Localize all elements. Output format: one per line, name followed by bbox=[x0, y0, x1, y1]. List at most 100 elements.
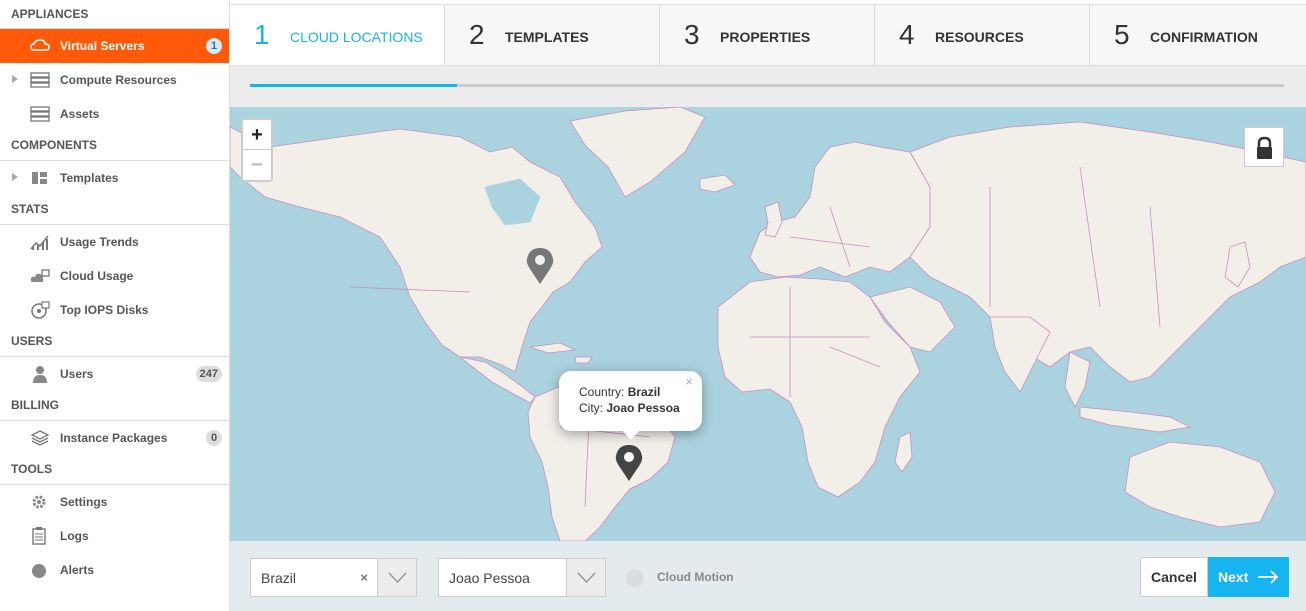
step-label: RESOURCES bbox=[935, 29, 1024, 45]
sidebar-item-assets[interactable]: Assets bbox=[0, 97, 229, 131]
sidebar-item-label: Assets bbox=[60, 107, 100, 121]
sidebar-item-usage-trends[interactable]: Usage Trends bbox=[0, 225, 229, 259]
popup-close-button[interactable]: × bbox=[685, 374, 693, 390]
zoom-control: + − bbox=[241, 118, 273, 182]
popup-country-line: Country: Brazil bbox=[579, 384, 682, 400]
popup-city-label: City: bbox=[579, 401, 603, 415]
chart-icon bbox=[30, 233, 50, 251]
city-select[interactable]: Joao Pessoa bbox=[438, 558, 606, 597]
sidebar-item-label: Alerts bbox=[60, 563, 95, 577]
expand-arrow-icon[interactable] bbox=[12, 173, 18, 181]
progress-track bbox=[250, 84, 1284, 87]
templates-icon bbox=[30, 169, 50, 187]
step-number: 5 bbox=[1114, 19, 1130, 50]
cloud-usage-icon bbox=[30, 267, 50, 285]
step-number: 3 bbox=[684, 19, 700, 50]
sidebar-item-users[interactable]: Users 247 bbox=[0, 357, 229, 391]
clipboard-icon bbox=[30, 527, 50, 545]
footer-bar: Brazil × Joao Pessoa Cloud Motion Cancel… bbox=[230, 541, 1306, 611]
sidebar-item-settings[interactable]: Settings bbox=[0, 485, 229, 519]
sidebar-item-compute-resources[interactable]: Compute Resources bbox=[0, 63, 229, 97]
sidebar-item-label: Templates bbox=[60, 171, 119, 185]
server-icon bbox=[30, 105, 50, 123]
sidebar-item-cloud-usage[interactable]: Cloud Usage bbox=[0, 259, 229, 293]
cloud-icon bbox=[30, 37, 50, 55]
step-number: 4 bbox=[899, 19, 915, 50]
alert-icon bbox=[30, 561, 50, 579]
packages-icon bbox=[30, 429, 50, 447]
clear-selection-button[interactable]: × bbox=[360, 570, 368, 585]
location-popup: × Country: Brazil City: Joao Pessoa bbox=[559, 371, 702, 440]
section-tools: TOOLS bbox=[0, 455, 229, 485]
popup-country-value: Brazil bbox=[627, 385, 661, 399]
step-cloud-locations[interactable]: 1 CLOUD LOCATIONS bbox=[230, 4, 445, 66]
country-select[interactable]: Brazil × bbox=[250, 558, 417, 597]
expand-arrow-icon[interactable] bbox=[12, 75, 18, 83]
sidebar-item-alerts[interactable]: Alerts bbox=[0, 553, 229, 587]
lock-button[interactable] bbox=[1244, 127, 1284, 167]
wizard-progress bbox=[230, 66, 1306, 107]
sidebar: APPLIANCES Virtual Servers 1 Compute Res… bbox=[0, 0, 230, 611]
cloud-motion-toggle[interactable] bbox=[626, 569, 644, 587]
popup-city-value: Joao Pessoa bbox=[606, 401, 680, 415]
sidebar-item-instance-packages[interactable]: Instance Packages 0 bbox=[0, 421, 229, 455]
count-badge: 247 bbox=[195, 366, 222, 382]
sidebar-item-label: Cloud Usage bbox=[60, 269, 134, 283]
section-users: USERS bbox=[0, 327, 229, 357]
user-icon bbox=[30, 365, 50, 383]
next-button[interactable]: Next bbox=[1208, 557, 1289, 597]
step-label: CLOUD LOCATIONS bbox=[290, 29, 423, 45]
sidebar-item-label: Virtual Servers bbox=[60, 39, 145, 53]
sidebar-item-label: Top IOPS Disks bbox=[60, 303, 149, 317]
section-stats: STATS bbox=[0, 195, 229, 225]
sidebar-item-top-iops-disks[interactable]: Top IOPS Disks bbox=[0, 293, 229, 327]
wizard-header: 1 CLOUD LOCATIONS 2 TEMPLATES 3 PROPERTI… bbox=[230, 0, 1306, 107]
dropdown-button[interactable] bbox=[566, 559, 605, 596]
world-map[interactable]: + − × Country: Brazil City: Joao Pessoa bbox=[230, 107, 1306, 541]
next-button-label: Next bbox=[1218, 569, 1249, 585]
disk-icon bbox=[30, 301, 50, 319]
server-icon bbox=[30, 71, 50, 89]
arrow-right-icon bbox=[1258, 570, 1279, 584]
sidebar-item-virtual-servers[interactable]: Virtual Servers 1 bbox=[0, 29, 229, 63]
cancel-button[interactable]: Cancel bbox=[1140, 557, 1208, 597]
sidebar-item-templates[interactable]: Templates bbox=[0, 161, 229, 195]
location-pin-selected[interactable] bbox=[615, 444, 643, 487]
count-badge: 0 bbox=[206, 430, 222, 446]
map-pin-icon bbox=[615, 445, 643, 481]
step-label: CONFIRMATION bbox=[1150, 29, 1258, 45]
city-select-value: Joao Pessoa bbox=[449, 570, 530, 586]
step-templates[interactable]: 2 TEMPLATES bbox=[445, 4, 660, 66]
sidebar-item-logs[interactable]: Logs bbox=[0, 519, 229, 553]
cloud-motion-label: Cloud Motion bbox=[657, 570, 734, 584]
sidebar-item-label: Settings bbox=[60, 495, 108, 509]
world-landmass bbox=[230, 107, 1306, 541]
lock-icon bbox=[1257, 136, 1272, 159]
gear-icon bbox=[30, 493, 50, 511]
sidebar-item-label: Instance Packages bbox=[60, 431, 168, 445]
zoom-in-button[interactable]: + bbox=[243, 120, 271, 150]
step-number: 2 bbox=[469, 19, 485, 50]
step-resources[interactable]: 4 RESOURCES bbox=[875, 4, 1090, 66]
section-billing: BILLING bbox=[0, 391, 229, 421]
progress-fill bbox=[250, 84, 457, 87]
popup-tip bbox=[621, 429, 641, 440]
chevron-down-icon bbox=[388, 572, 407, 584]
popup-city-line: City: Joao Pessoa bbox=[579, 400, 682, 416]
sidebar-item-label: Users bbox=[60, 367, 94, 381]
dropdown-button[interactable] bbox=[377, 559, 416, 596]
chevron-down-icon bbox=[577, 572, 596, 584]
step-number: 1 bbox=[254, 19, 270, 50]
step-properties[interactable]: 3 PROPERTIES bbox=[660, 4, 875, 66]
section-appliances: APPLIANCES bbox=[0, 0, 229, 29]
map-pin-icon bbox=[526, 248, 554, 284]
step-confirmation[interactable]: 5 CONFIRMATION bbox=[1090, 4, 1306, 66]
wizard-steps: 1 CLOUD LOCATIONS 2 TEMPLATES 3 PROPERTI… bbox=[230, 4, 1306, 66]
sidebar-item-label: Logs bbox=[60, 529, 89, 543]
sidebar-item-label: Usage Trends bbox=[60, 235, 139, 249]
step-label: PROPERTIES bbox=[720, 29, 811, 45]
zoom-out-button[interactable]: − bbox=[243, 150, 271, 180]
country-select-value: Brazil bbox=[261, 570, 297, 586]
sidebar-item-label: Compute Resources bbox=[60, 73, 177, 87]
location-pin[interactable] bbox=[526, 247, 554, 290]
